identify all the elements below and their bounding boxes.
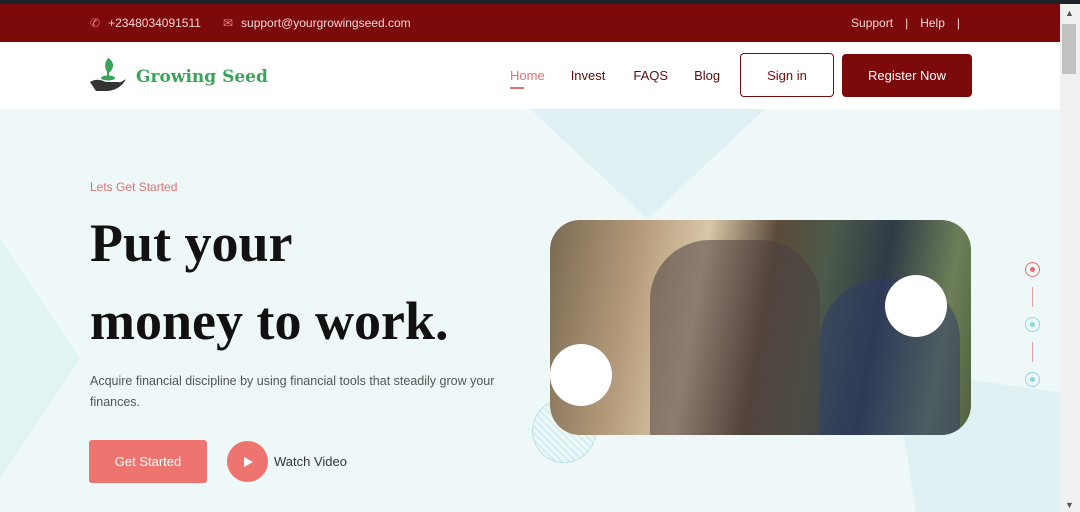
register-button[interactable]: Register Now	[842, 54, 972, 97]
decor-circle	[550, 344, 612, 406]
page: ✆ +2348034091511 ✉ support@yourgrowingseed…	[0, 4, 1060, 512]
hero-kicker: Lets Get Started	[90, 180, 178, 194]
hero-title-line: Put your	[90, 213, 293, 273]
decor-triangle	[0, 239, 80, 479]
watch-video-label: Watch Video	[274, 454, 347, 469]
scroll-thumb[interactable]	[1062, 24, 1076, 74]
sign-in-button[interactable]: Sign in	[740, 53, 834, 97]
divider: |	[956, 16, 960, 30]
support-link[interactable]: Support	[851, 16, 893, 30]
watch-video-button[interactable]: Watch Video	[227, 441, 347, 482]
nav-faqs[interactable]: FAQS	[633, 68, 668, 83]
brand-name: Growing Seed	[136, 67, 268, 87]
slider-dot[interactable]	[1025, 262, 1040, 277]
phone-icon: ✆	[90, 16, 101, 30]
top-bar: ✆ +2348034091511 ✉ support@yourgrowingseed…	[0, 4, 1060, 42]
nav-invest[interactable]: Invest	[571, 68, 606, 83]
email-address: support@yourgrowingseed.com	[241, 16, 411, 30]
scroll-down-icon[interactable]: ▼	[1065, 500, 1074, 510]
hero-title-line: money to work.	[90, 291, 449, 351]
slider-dots	[1025, 262, 1040, 387]
play-icon	[227, 441, 268, 482]
scroll-up-icon[interactable]: ▲	[1065, 8, 1074, 18]
phone-number: +2348034091511	[108, 16, 201, 30]
hero-section: Lets Get Started Put your money to work. …	[0, 109, 1060, 512]
slider-dot[interactable]	[1025, 317, 1040, 332]
mail-icon: ✉	[222, 16, 234, 30]
slider-dot[interactable]	[1025, 372, 1040, 387]
hero-description: Acquire financial discipline by using fi…	[90, 374, 495, 409]
nav-home[interactable]: Home	[510, 68, 545, 89]
help-link[interactable]: Help	[920, 16, 945, 30]
seed-hand-icon	[90, 58, 126, 91]
scrollbar[interactable]: ▲ ▼	[1060, 4, 1080, 512]
phone-contact[interactable]: ✆ +2348034091511	[90, 16, 201, 30]
logo[interactable]: Growing Seed	[88, 54, 268, 94]
main-nav: Growing Seed Home Invest FAQS Blog Sign …	[0, 42, 1060, 109]
nav-blog[interactable]: Blog	[694, 68, 720, 83]
get-started-button[interactable]: Get Started	[89, 440, 207, 483]
hero-title: Put your money to work.	[90, 204, 448, 360]
divider: |	[905, 16, 909, 30]
decor-circle	[885, 275, 947, 337]
decor-triangle	[530, 109, 765, 219]
email-contact[interactable]: ✉ support@yourgrowingseed.com	[223, 16, 411, 30]
